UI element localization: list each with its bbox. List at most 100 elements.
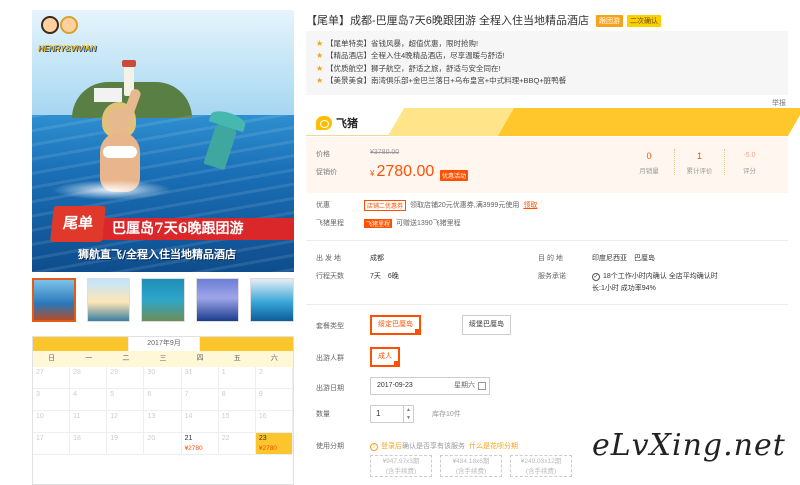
package-label: 套餐类型 [316, 323, 344, 330]
calendar-day: 31 [181, 367, 219, 389]
calendar-day: 22 [218, 433, 256, 455]
promo-ribbon: 巴厘岛7天6晚跟团游 尾单 [50, 206, 294, 242]
crowd-label: 出游人群 [316, 355, 344, 362]
weekday-label: 五 [233, 355, 241, 362]
calendar-icon[interactable] [478, 382, 486, 390]
calendar-day-number: 4 [73, 391, 78, 398]
star-icon: ★ [316, 76, 324, 86]
calendar-day-number: 23 [258, 435, 267, 442]
fliggy-name: 飞猪 [336, 118, 358, 130]
calendar-day: 13 [144, 411, 182, 433]
promo-tag[interactable]: 优惠活动 [440, 170, 469, 181]
weekday-label: 日 [48, 355, 56, 362]
calendar-day-number: 29 [110, 369, 119, 376]
coupon-tag: 店铺二优惠券 [364, 199, 407, 211]
calendar-day: 27 [33, 367, 71, 389]
product-title-row: 【尾单】成都-巴厘岛7天6晚跟团游 全程入住当地精品酒店 跟团游 二次确认 [306, 12, 786, 28]
stat-rating: -5.0 评分 [724, 149, 774, 175]
service-line2: 长:1小时 成功率94% [592, 285, 656, 292]
miles-row: 飞猪里程 飞猪里程 可赠送1390飞猪里程 [316, 218, 461, 228]
calendar-day: 14 [181, 411, 219, 433]
calendar-day-number: 17 [36, 435, 44, 442]
installment-option-12[interactable]: ¥249.03x12期 (含手续费) [510, 455, 572, 477]
calendar-day: 19 [107, 433, 145, 455]
installment-option-6[interactable]: ¥484.18x6期 (含手续费) [440, 455, 502, 477]
calendar-day-number: 11 [73, 413, 81, 420]
stat-reviews[interactable]: 1 累计评价 [674, 149, 724, 175]
package-option-1[interactable]: 绥定巴厘岛 [370, 315, 421, 335]
departure-calendar: 2017年9月 日一二三四五六 27 28 29 30 31 1 2 3 4 5 6 7 8 9 10 11 1… [32, 336, 294, 485]
calendar-day-number: 3 [36, 391, 40, 398]
days-label: 行程天数 [316, 273, 344, 280]
watermark: eLvXing.net [592, 428, 786, 463]
miles-tag: 飞猪里程 [364, 218, 393, 228]
weekday-label: 二 [122, 355, 130, 362]
fliggy-logo[interactable]: 飞猪 [316, 115, 358, 131]
calendar-day: 11 [70, 411, 108, 433]
badge-confirm: 二次确认 [627, 15, 662, 28]
calendar-day-number: 16 [258, 413, 267, 420]
report-link[interactable]: 举报 [772, 98, 786, 108]
feature-item: ★ 【精品酒店】全程入住4晚精品酒店，尽享温暖与舒适! [316, 51, 505, 61]
crowd-option-adult[interactable]: 成人 [370, 347, 400, 367]
fliggy-icon [316, 116, 332, 130]
original-price: ¥3780.00 [370, 149, 400, 156]
calendar-day[interactable]: 21 ¥2780 [181, 433, 219, 455]
check-icon: ✓ [592, 273, 600, 281]
package-option-2[interactable]: 绥堡巴厘岛 [462, 315, 511, 335]
destination-value: 印度尼西亚 巴厘岛 [592, 255, 655, 262]
huabei-help-link[interactable]: 什么是花呗分期 [469, 443, 518, 450]
service-label: 服务承诺 [538, 273, 566, 280]
qty-label: 数量 [316, 411, 330, 418]
calendar-day: 6 [144, 389, 182, 411]
calendar-header: 2017年9月 [33, 337, 293, 351]
brand-logo: HENRY&VIVIAN [38, 14, 96, 66]
brand-logo-text: HENRY&VIVIAN [38, 44, 96, 53]
calendar-day-price: ¥2780 [258, 445, 277, 452]
price-label: 价格 [316, 151, 330, 158]
weekday-label: 四 [196, 355, 204, 362]
coupon-claim-link[interactable]: 领取 [523, 200, 537, 210]
calendar-grid: 27 28 29 30 31 1 2 3 4 5 6 7 8 9 10 11 12 13 14 15 16 17 18 19 2… [33, 367, 293, 455]
date-label: 出游日期 [316, 385, 344, 392]
star-icon: ★ [316, 38, 324, 48]
calendar-day-price: ¥2780 [184, 445, 203, 452]
feature-item: ★ 【优质航空】狮子航空，舒适之旅，舒适与安全同在! [316, 63, 501, 73]
calendar-day: 1 [218, 367, 256, 389]
coupon-text: 领取店铺20元优惠券,满3999元使用 [410, 202, 520, 209]
calendar-day-number: 30 [147, 369, 156, 376]
date-value: 2017-09-23 [377, 382, 413, 389]
calendar-day[interactable]: 23 ¥2780 [255, 433, 293, 455]
login-link[interactable]: 登录后 [381, 443, 402, 450]
calendar-day: 29 [107, 367, 145, 389]
thumbnail-4[interactable] [195, 278, 240, 322]
calendar-day-number: 21 [184, 435, 193, 442]
installment-option-3[interactable]: ¥947.97x3期 (含手续费) [370, 455, 432, 477]
calendar-day-number: 27 [36, 369, 44, 376]
quantity-buttons[interactable]: ▲ ▼ [404, 405, 414, 423]
calendar-day-number: 5 [110, 391, 115, 398]
quantity-input[interactable]: 1 [370, 405, 404, 423]
main-product-image[interactable]: HENRY&VIVIAN 巴厘岛7天6晚跟团游 尾单 狮航直飞/全程入住当地精品… [32, 10, 294, 272]
calendar-day-number: 9 [258, 391, 263, 398]
calendar-day-number: 8 [221, 391, 226, 398]
calendar-day: 8 [218, 389, 256, 411]
divider [306, 304, 788, 305]
date-picker[interactable]: 2017-09-23 星期六 [370, 377, 490, 395]
thumbnail-3[interactable] [141, 278, 185, 322]
thumbnail-5[interactable] [250, 278, 294, 322]
calendar-day: 7 [181, 389, 219, 411]
product-title: 【尾单】成都-巴厘岛7天6晚跟团游 全程入住当地精品酒店 [306, 15, 589, 27]
departure-label: 出 发 地 [316, 255, 341, 262]
calendar-day-number: 22 [221, 435, 230, 442]
thumbnail-2[interactable] [86, 278, 131, 322]
stat-monthly-sales: 0 月销量 [639, 151, 659, 175]
calendar-day: 2 [255, 367, 293, 389]
ribbon-tag: 尾单 [50, 206, 106, 242]
calendar-day: 10 [33, 411, 71, 433]
destination-label: 目 的 地 [538, 255, 563, 262]
calendar-day-number: 28 [73, 369, 81, 376]
thumbnail-1[interactable] [32, 278, 76, 322]
calendar-day-number: 31 [184, 369, 193, 376]
calendar-month: 2017年9月 [128, 337, 200, 351]
